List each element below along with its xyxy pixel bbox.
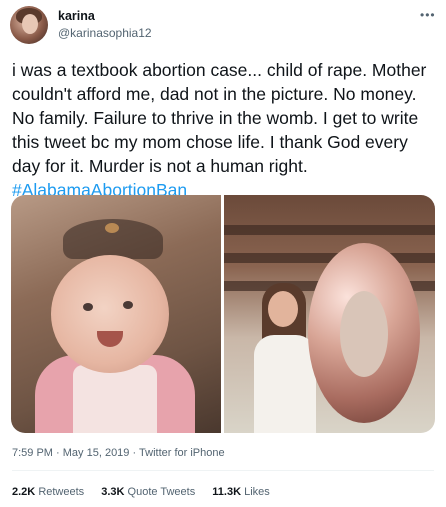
tweet-meta: 7:59 PM · May 15, 2019 · Twitter for iPh… [12, 447, 225, 459]
photo-woman-balloon[interactable] [224, 195, 435, 433]
photo-baby[interactable] [11, 195, 221, 433]
likes-label: Likes [244, 486, 270, 498]
quote-tweets-count: 3.3K [101, 486, 125, 498]
photo-balloon-hole [340, 291, 388, 377]
tweet-body: i was a textbook abortion case... child … [12, 60, 427, 176]
quote-tweets-stat[interactable]: 3.3K Quote Tweets [101, 486, 195, 498]
photo-ceiling-beam [224, 225, 435, 235]
divider [12, 470, 434, 471]
photo-baby-shirt [73, 365, 157, 433]
meta-separator: · [132, 447, 137, 459]
user-name[interactable]: karina [58, 9, 95, 23]
photo-baby-eye-left [83, 303, 93, 311]
photo-hat-ornament [105, 223, 119, 233]
avatar-face [22, 14, 38, 34]
photo-baby-eye-right [123, 301, 133, 309]
user-handle[interactable]: @karinasophia12 [58, 26, 152, 40]
likes-stat[interactable]: 11.3K Likes [212, 486, 270, 498]
tweet-card: karina @karinasophia12 ••• i was a textb… [0, 0, 446, 507]
tweet-text: i was a textbook abortion case... child … [12, 58, 434, 202]
meta-separator: · [56, 447, 60, 459]
more-options-icon[interactable]: ••• [420, 8, 436, 22]
tweet-stats: 2.2K Retweets 3.3K Quote Tweets 11.3K Li… [12, 486, 284, 498]
photo-woman-head [268, 291, 298, 327]
retweets-stat[interactable]: 2.2K Retweets [12, 486, 84, 498]
tweet-time[interactable]: 7:59 PM [12, 447, 53, 459]
tweet-source[interactable]: Twitter for iPhone [139, 447, 225, 459]
tweet-date[interactable]: May 15, 2019 [63, 447, 130, 459]
retweets-label: Retweets [38, 486, 85, 498]
retweets-count: 2.2K [12, 486, 36, 498]
photo-woman-body [254, 335, 316, 433]
media-grid [11, 195, 435, 433]
quote-tweets-label: Quote Tweets [127, 486, 196, 498]
likes-count: 11.3K [212, 486, 242, 498]
photo-baby-head [51, 255, 169, 373]
avatar[interactable] [10, 6, 48, 44]
